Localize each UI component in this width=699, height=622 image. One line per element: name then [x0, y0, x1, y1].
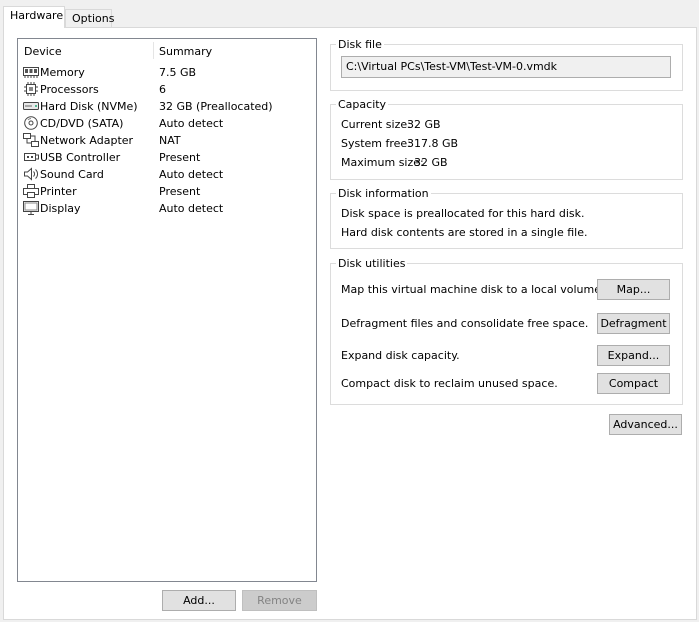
disk-file-group-title: Disk file	[336, 38, 384, 51]
speaker-icon	[24, 167, 38, 181]
expand-description: Expand disk capacity.	[341, 349, 460, 362]
disk-utilities-group-title: Disk utilities	[336, 257, 408, 270]
compact-description: Compact disk to reclaim unused space.	[341, 377, 558, 390]
device-row-memory[interactable]: Memory 7.5 GB	[18, 64, 316, 81]
disk-file-path-field[interactable]: C:\Virtual PCs\Test-VM\Test-VM-0.vmdk	[341, 56, 671, 78]
device-name: USB Controller	[40, 151, 121, 164]
column-divider[interactable]	[153, 42, 154, 59]
device-summary: 32 GB (Preallocated)	[159, 100, 273, 113]
memory-icon	[23, 67, 39, 78]
printer-icon	[23, 184, 39, 198]
maximum-size-label: Maximum size:	[341, 156, 424, 169]
map-button[interactable]: Map...	[597, 279, 670, 300]
device-row-sound-card[interactable]: Sound Card Auto detect	[18, 166, 316, 183]
device-name: Memory	[40, 66, 85, 79]
compact-button[interactable]: Compact	[597, 373, 670, 394]
device-summary: 6	[159, 83, 166, 96]
disk-information-line-1: Disk space is preallocated for this hard…	[341, 207, 585, 220]
device-summary: Present	[159, 185, 201, 198]
device-summary: Auto detect	[159, 117, 224, 130]
remove-device-button[interactable]: Remove	[242, 590, 317, 611]
device-row-display[interactable]: Display Auto detect	[18, 200, 316, 217]
device-list[interactable]: Device Summary Memory 7.5 GB Processors …	[17, 38, 317, 582]
capacity-group-title: Capacity	[336, 98, 389, 111]
maximum-size-value: 32 GB	[414, 156, 448, 169]
hard-disk-icon	[23, 102, 39, 110]
device-name: Hard Disk (NVMe)	[40, 100, 138, 113]
device-summary: NAT	[159, 134, 181, 147]
device-name: Sound Card	[40, 168, 104, 181]
device-summary: Auto detect	[159, 202, 224, 215]
system-free-value: 317.8 GB	[407, 137, 459, 150]
device-name: Network Adapter	[40, 134, 134, 147]
disk-information-group	[330, 193, 683, 249]
processor-icon	[24, 82, 38, 96]
device-row-hard-disk[interactable]: Hard Disk (NVMe) 32 GB (Preallocated)	[18, 98, 316, 115]
map-description: Map this virtual machine disk to a local…	[341, 283, 605, 296]
current-size-value: 32 GB	[407, 118, 441, 131]
tab-hardware[interactable]: Hardware	[3, 6, 65, 28]
column-header-summary[interactable]: Summary	[159, 45, 212, 58]
device-row-cd-dvd[interactable]: CD/DVD (SATA) Auto detect	[18, 115, 316, 132]
column-header-device[interactable]: Device	[24, 45, 62, 58]
device-name: Printer	[40, 185, 77, 198]
defragment-description: Defragment files and consolidate free sp…	[341, 317, 589, 330]
device-name: CD/DVD (SATA)	[40, 117, 124, 130]
system-free-label: System free:	[341, 137, 411, 150]
device-list-header: Device Summary	[18, 39, 316, 61]
current-size-label: Current size:	[341, 118, 411, 131]
network-adapter-icon	[23, 133, 39, 147]
add-device-button[interactable]: Add...	[162, 590, 236, 611]
monitor-icon	[23, 201, 39, 215]
disk-information-line-2: Hard disk contents are stored in a singl…	[341, 226, 588, 239]
device-row-usb-controller[interactable]: USB Controller Present	[18, 149, 316, 166]
device-summary: 7.5 GB	[159, 66, 197, 79]
tab-bar: Hardware Options	[0, 0, 699, 28]
defragment-button[interactable]: Defragment	[597, 313, 670, 334]
device-row-processors[interactable]: Processors 6	[18, 81, 316, 98]
disk-information-group-title: Disk information	[336, 187, 431, 200]
tab-options[interactable]: Options	[65, 9, 114, 28]
advanced-button[interactable]: Advanced...	[609, 414, 682, 435]
device-row-network-adapter[interactable]: Network Adapter NAT	[18, 132, 316, 149]
usb-icon	[24, 153, 39, 161]
expand-button[interactable]: Expand...	[597, 345, 670, 366]
device-name: Processors	[40, 83, 99, 96]
device-summary: Present	[159, 151, 201, 164]
device-row-printer[interactable]: Printer Present	[18, 183, 316, 200]
device-summary: Auto detect	[159, 168, 224, 181]
cd-dvd-icon	[24, 116, 38, 130]
device-name: Display	[40, 202, 81, 215]
